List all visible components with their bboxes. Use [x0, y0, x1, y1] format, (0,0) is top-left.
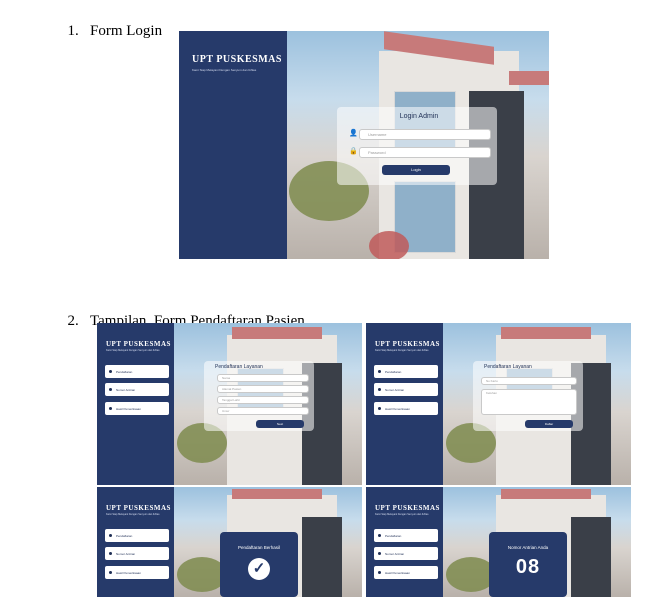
- queue-number: 08: [515, 556, 541, 578]
- umur-input[interactable]: Umur: [217, 407, 309, 415]
- report-icon: [378, 407, 381, 410]
- brand-name: UPT PUSKESMAS: [375, 504, 440, 512]
- ticket-icon: [109, 552, 112, 555]
- lock-icon: 🔒: [349, 147, 358, 155]
- brand-tagline: Kami Siap Melayani Dengan Senyum dan Ikh…: [375, 349, 429, 352]
- section-number: 1.: [67, 23, 79, 39]
- keluhan-textarea[interactable]: Keluhan: [481, 389, 577, 415]
- menu-item-pendaftaran[interactable]: Pendaftaran: [105, 365, 169, 378]
- menu-item-nomor-antrian[interactable]: Nomor Antrian: [105, 383, 169, 396]
- no-kartu-input[interactable]: No Kartu: [481, 377, 577, 385]
- brand-tagline: Kami Siap Melayani Dengan Senyum dan Ikh…: [192, 68, 257, 72]
- form-step1-screenshot: UPT PUSKESMAS Kami Siap Melayani Dengan …: [97, 323, 362, 485]
- report-icon: [378, 571, 381, 574]
- location-icon: [378, 370, 381, 373]
- user-icon: 👤: [349, 129, 358, 137]
- nama-input[interactable]: Nama: [217, 374, 309, 382]
- menu-label: Pendaftaran: [385, 369, 402, 374]
- location-icon: [109, 534, 112, 537]
- password-input[interactable]: Password: [359, 147, 491, 158]
- queue-title: Nomor Antrian Anda: [507, 545, 549, 550]
- ticket-icon: [378, 552, 381, 555]
- brand-tagline: Kami Siap Melayani Dengan Senyum dan Ikh…: [106, 513, 160, 516]
- menu-item-pendaftaran[interactable]: Pendaftaran: [374, 365, 438, 378]
- brand-name: UPT PUSKESMAS: [192, 54, 282, 65]
- login-button[interactable]: Login: [382, 165, 450, 175]
- ticket-icon: [109, 388, 112, 391]
- menu-item-nomor-antrian[interactable]: Nomor Antrian: [105, 547, 169, 560]
- menu-label: Hasil Pemeriksaan: [116, 406, 142, 411]
- next-button[interactable]: Next: [256, 420, 304, 428]
- menu-label: Nomor Antrian: [385, 551, 405, 556]
- username-input[interactable]: Username: [359, 129, 491, 140]
- success-screenshot: UPT PUSKESMAS Kami Siap Melayani Dengan …: [97, 487, 362, 597]
- location-icon: [109, 370, 112, 373]
- section-title: Form Login: [90, 23, 163, 39]
- ticket-icon: [378, 388, 381, 391]
- menu-label: Pendaftaran: [116, 533, 133, 538]
- daftar-button[interactable]: Daftar: [525, 420, 573, 428]
- form-title: Pendaftaran Layanan: [215, 364, 263, 370]
- form-title: Pendaftaran Layanan: [484, 364, 532, 370]
- section-number: 2.: [67, 313, 79, 329]
- form-step2-screenshot: UPT PUSKESMAS Kami Siap Melayani Dengan …: [366, 323, 631, 485]
- menu-label: Hasil Pemeriksaan: [116, 570, 142, 575]
- menu-item-hasil-pemeriksaan[interactable]: Hasil Pemeriksaan: [105, 566, 169, 579]
- check-circle-icon: ✓: [248, 558, 270, 580]
- brand-tagline: Kami Siap Melayani Dengan Senyum dan Ikh…: [106, 349, 160, 352]
- brand-name: UPT PUSKESMAS: [106, 504, 171, 512]
- menu-item-pendaftaran[interactable]: Pendaftaran: [105, 529, 169, 542]
- menu-label: Hasil Pemeriksaan: [385, 406, 411, 411]
- menu-item-pendaftaran[interactable]: Pendaftaran: [374, 529, 438, 542]
- report-icon: [109, 407, 112, 410]
- success-dialog: Pendaftaran Berhasil ✓: [220, 532, 298, 597]
- report-icon: [109, 571, 112, 574]
- queue-screenshot: UPT PUSKESMAS Kami Siap Melayani Dengan …: [366, 487, 631, 597]
- menu-item-nomor-antrian[interactable]: Nomor Antrian: [374, 383, 438, 396]
- brand-name: UPT PUSKESMAS: [106, 340, 171, 348]
- menu-label: Pendaftaran: [385, 533, 402, 538]
- menu-item-nomor-antrian[interactable]: Nomor Antrian: [374, 547, 438, 560]
- menu-label: Nomor Antrian: [116, 387, 136, 392]
- tanggal-lahir-input[interactable]: Tanggal Lahir: [217, 396, 309, 404]
- queue-dialog: Nomor Antrian Anda 08: [489, 532, 567, 597]
- alamat-input[interactable]: Alamat Pasien: [217, 385, 309, 393]
- brand-name: UPT PUSKESMAS: [375, 340, 440, 348]
- menu-item-hasil-pemeriksaan[interactable]: Hasil Pemeriksaan: [374, 566, 438, 579]
- success-title: Pendaftaran Berhasil: [237, 545, 281, 550]
- menu-item-hasil-pemeriksaan[interactable]: Hasil Pemeriksaan: [374, 402, 438, 415]
- menu-label: Nomor Antrian: [116, 551, 136, 556]
- location-icon: [378, 534, 381, 537]
- login-title: Login Admin: [399, 113, 439, 120]
- menu-label: Hasil Pemeriksaan: [385, 570, 411, 575]
- brand-tagline: Kami Siap Melayani Dengan Senyum dan Ikh…: [375, 513, 429, 516]
- menu-label: Pendaftaran: [116, 369, 133, 374]
- login-screenshot: UPT PUSKESMAS Kami Siap Melayani Dengan …: [179, 31, 549, 259]
- menu-label: Nomor Antrian: [385, 387, 405, 392]
- menu-item-hasil-pemeriksaan[interactable]: Hasil Pemeriksaan: [105, 402, 169, 415]
- section-heading-1: 1. Form Login: [60, 6, 163, 40]
